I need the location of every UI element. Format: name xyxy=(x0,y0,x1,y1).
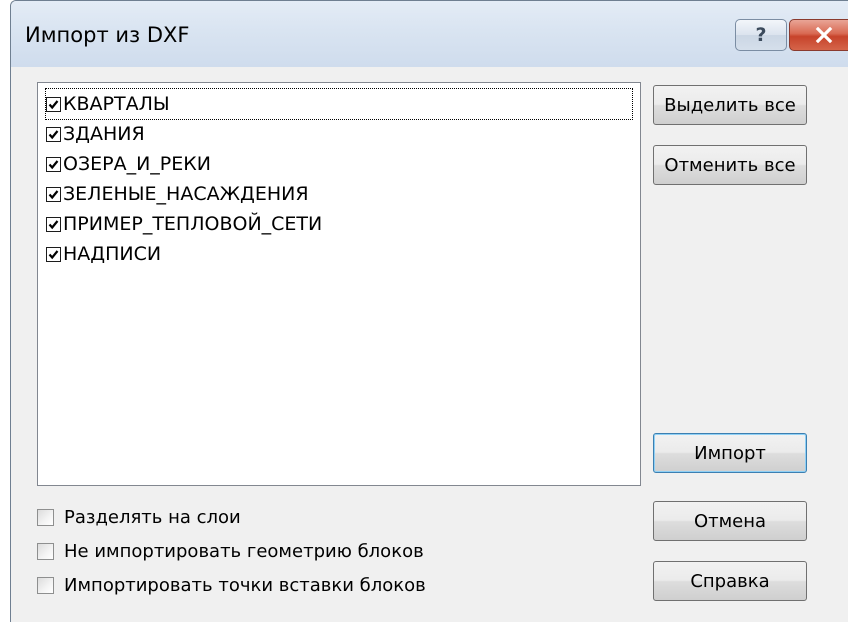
layer-name: ЗЕЛЕНЫЕ_НАСАЖДЕНИЯ xyxy=(63,183,309,205)
checkmark-icon xyxy=(48,249,59,259)
list-item-layer[interactable]: НАДПИСИ xyxy=(46,239,161,269)
close-icon xyxy=(815,27,833,43)
layer-list[interactable]: КВАРТАЛЫ ЗДАНИЯ ОЗЕРА_И_РЕКИ ЗЕЛЕНЫЕ_НАС… xyxy=(37,82,641,486)
checkmark-icon xyxy=(48,129,59,139)
question-mark-icon: ? xyxy=(755,24,767,46)
dialog-title: Импорт из DXF xyxy=(25,23,190,47)
checkbox[interactable] xyxy=(46,186,61,202)
import-button[interactable]: Импорт xyxy=(653,433,807,473)
help-button[interactable]: Справка xyxy=(653,561,807,601)
layer-name: ПРИМЕР_ТЕПЛОВОЙ_СЕТИ xyxy=(63,213,323,235)
option-split-layers[interactable]: Разделять на слои xyxy=(37,503,241,531)
close-button[interactable] xyxy=(789,19,848,51)
checkbox[interactable] xyxy=(46,246,61,262)
layer-name: ОЗЕРА_И_РЕКИ xyxy=(63,153,211,175)
list-item-layer[interactable]: ПРИМЕР_ТЕПЛОВОЙ_СЕТИ xyxy=(46,209,322,239)
list-item-layer[interactable]: ЗДАНИЯ xyxy=(46,119,145,149)
option-label: Не импортировать геометрию блоков xyxy=(64,540,424,562)
list-item-layer[interactable]: ОЗЕРА_И_РЕКИ xyxy=(46,149,211,179)
checkbox[interactable] xyxy=(46,156,61,172)
title-bar[interactable]: Импорт из DXF ? xyxy=(11,1,848,67)
checkbox[interactable] xyxy=(37,542,54,560)
import-dxf-dialog: Импорт из DXF ? КВАРТАЛЫ ЗДАНИЯ ОЗЕРА_И_… xyxy=(10,0,848,622)
select-all-button[interactable]: Выделить все xyxy=(653,85,807,125)
checkmark-icon xyxy=(48,189,59,199)
option-label: Импортировать точки вставки блоков xyxy=(64,574,426,596)
cancel-button[interactable]: Отмена xyxy=(653,501,807,541)
option-import-insertion-points[interactable]: Импортировать точки вставки блоков xyxy=(37,571,426,599)
checkbox[interactable] xyxy=(46,216,61,232)
layer-name: НАДПИСИ xyxy=(63,243,162,265)
layer-name: КВАРТАЛЫ xyxy=(63,93,170,115)
checkmark-icon xyxy=(48,99,59,109)
list-item-layer[interactable]: КВАРТАЛЫ xyxy=(45,88,633,120)
checkmark-icon xyxy=(48,219,59,229)
checkbox[interactable] xyxy=(46,96,61,112)
layer-name: ЗДАНИЯ xyxy=(63,123,145,145)
option-label: Разделять на слои xyxy=(64,506,241,528)
checkmark-icon xyxy=(48,159,59,169)
help-icon-button[interactable]: ? xyxy=(735,19,787,51)
deselect-all-button[interactable]: Отменить все xyxy=(653,145,807,185)
list-item-layer[interactable]: ЗЕЛЕНЫЕ_НАСАЖДЕНИЯ xyxy=(46,179,309,209)
option-skip-block-geometry[interactable]: Не импортировать геометрию блоков xyxy=(37,537,424,565)
checkbox[interactable] xyxy=(37,508,54,526)
checkbox[interactable] xyxy=(46,126,61,142)
checkbox[interactable] xyxy=(37,576,54,594)
